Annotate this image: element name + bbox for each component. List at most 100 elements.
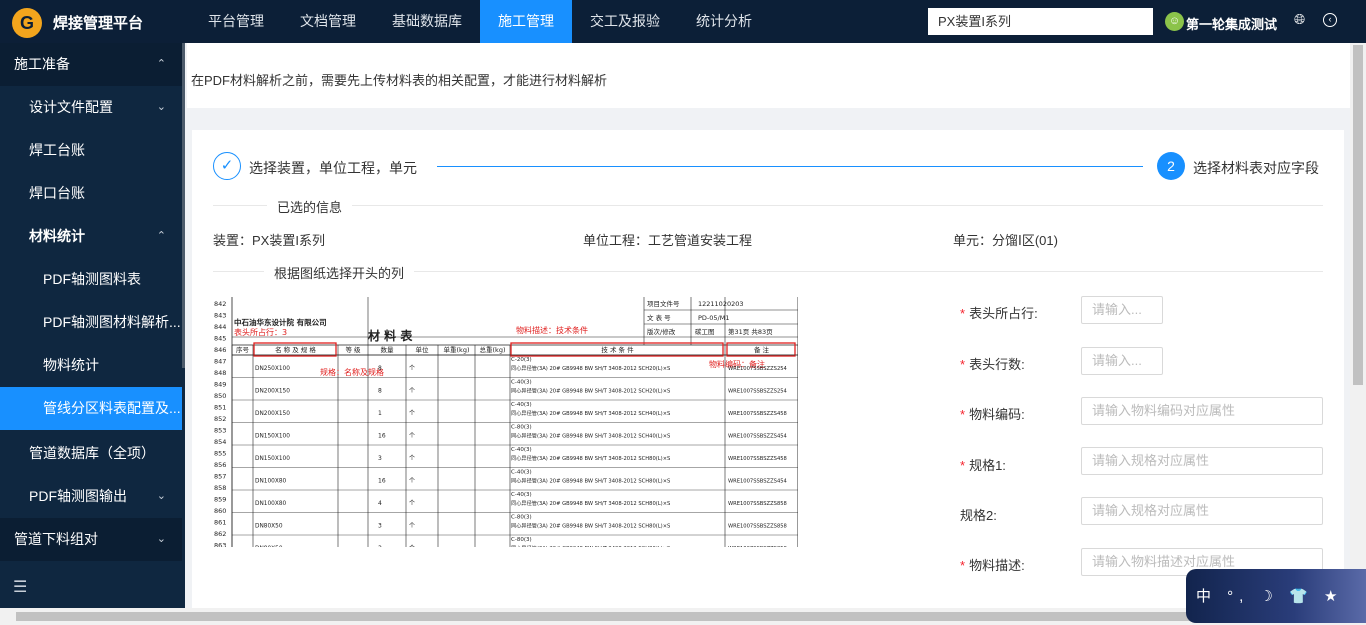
drawing-cell-code: WRE1007SSBSZZS458 — [728, 411, 787, 417]
topnav-item-base-db[interactable]: 基础数据库 — [374, 0, 480, 43]
drawing-cell-tech-code: C-20(3) — [511, 357, 532, 363]
spec-2-input[interactable]: 请输入规格对应属性 — [1081, 497, 1323, 525]
header-rows-occupied-input[interactable]: 请输入... — [1081, 296, 1163, 324]
drawing-header-mid: 碳工图 — [695, 327, 715, 336]
drawing-line-number: 862 — [214, 530, 226, 538]
annotation-spec: 规格：名称及规格 — [320, 367, 384, 377]
scrollbar-thumb[interactable] — [1353, 45, 1363, 385]
sidebar-item-label: 材料统计 — [29, 228, 85, 244]
drawing-cell-tech-code: C-80(3) — [511, 515, 532, 521]
drawing-column-head: 单重(kg) — [444, 345, 470, 354]
drawing-column-head: 技 术 条 件 — [601, 345, 634, 354]
chevron-down-icon: ⌄ — [156, 101, 166, 113]
drawing-svg: 8428438448458468478488498508518528538548… — [214, 297, 798, 548]
drawing-cell-unit: 个 — [409, 455, 415, 462]
drawing-cell-qty: 16 — [378, 433, 386, 440]
drawing-cell-unit: 个 — [409, 545, 415, 547]
vertical-scrollbar[interactable] — [1350, 43, 1366, 608]
form-label-text: 表头行数: — [969, 357, 1025, 372]
header-row-count-input[interactable]: 请输入... — [1081, 347, 1163, 375]
drawing-line-number: 860 — [214, 507, 226, 515]
drawing-cell-tech-desc: 同心异径管(3A) 20# GB9948 BW SH/T 3408-2012 S… — [511, 499, 670, 507]
required-mark: * — [960, 458, 966, 473]
drawing-line-number: 853 — [214, 427, 226, 435]
drawing-cell-tech-code: C-40(3) — [511, 380, 532, 386]
drawing-cell-code: WRE1007SSBSZZS858 — [728, 501, 787, 507]
language-globe-icon[interactable]: 🌐︎ — [1294, 11, 1305, 28]
username[interactable]: 第一轮集成测试 — [1186, 14, 1277, 33]
sidebar-item-weld-ledger[interactable]: 焊口台账 — [0, 172, 182, 215]
drawing-cell-spec: DN100X80 — [255, 479, 287, 485]
sidebar-item-label: 焊口台账 — [29, 185, 85, 201]
drawing-column-head: 序号 — [236, 345, 250, 354]
scrollbar-thumb[interactable] — [16, 612, 1346, 621]
sidebar-item-pipe-database[interactable]: 管道数据库（全项） — [0, 432, 182, 475]
drawing-cell-unit: 个 — [409, 410, 415, 417]
check-icon: ✓ — [213, 152, 241, 180]
menu-collapse-icon[interactable]: ☰ — [13, 577, 27, 597]
material-table-drawing: 842 843 844 845 846 847 848 849 850 851 852 853 854 8… — [213, 297, 798, 547]
sidebar-item-label: 物料统计 — [43, 357, 99, 373]
project-search-input[interactable]: PX装置I系列 — [928, 8, 1153, 35]
drawing-cell-spec: DN150X100 — [255, 456, 290, 462]
drawing-cell-tech-code: C-40(3) — [511, 402, 532, 408]
section-title-columns: 根据图纸选择开头的列 — [264, 263, 415, 282]
sidebar-item-material-stats-list[interactable]: 物料统计 — [0, 344, 182, 387]
topnav-item-handover[interactable]: 交工及报验 — [572, 0, 678, 43]
drawing-line-number: 848 — [214, 369, 226, 377]
drawing-line-number: 856 — [214, 461, 226, 469]
chevron-up-icon: ⌃ — [156, 230, 166, 242]
drawing-cell-qty: 16 — [378, 478, 386, 485]
logout-icon[interactable]: ‹ — [1323, 13, 1337, 27]
sidebar-item-welder-ledger[interactable]: 焊工台账 — [0, 129, 182, 172]
drawing-line-number: 847 — [214, 358, 226, 366]
user-avatar-icon[interactable]: ☺ — [1165, 12, 1184, 31]
drawing-cell-qty: 8 — [378, 365, 382, 372]
drawing-cell-spec: DN150X100 — [255, 434, 290, 440]
chevron-up-icon: ⌃ — [156, 58, 166, 70]
drawing-cell-code: WRE1007SSBSZZS858 — [728, 546, 787, 547]
drawing-cell-tech-desc: 同心异径管(3A) 20# GB9948 BW SH/T 3408-2012 S… — [511, 477, 670, 485]
sidebar-item-label: PDF轴测图料表 — [43, 271, 141, 287]
drawing-cell-unit: 个 — [409, 365, 415, 372]
form-label-text: 物料描述: — [969, 558, 1025, 573]
topnav-item-construction[interactable]: 施工管理 — [480, 0, 572, 43]
drawing-column-head: 总重(kg) — [480, 345, 506, 354]
sidebar-item-label: 管道数据库（全项） — [29, 445, 155, 461]
drawing-cell-code: WRE1007SSBSZZS458 — [728, 456, 787, 462]
topnav-item-statistics[interactable]: 统计分析 — [678, 0, 770, 43]
drawing-cell-tech-desc: 同心异径管(3A) 20# GB9948 BW SH/T 3408-2012 S… — [511, 364, 670, 372]
top-nav: 平台管理 文档管理 基础数据库 施工管理 交工及报验 统计分析 — [190, 0, 770, 43]
drawing-cell-tech-desc: 同心异径管(3A) 20# GB9948 BW SH/T 3408-2012 S… — [511, 387, 670, 395]
horizontal-scrollbar[interactable] — [0, 608, 1366, 625]
top-bar: G 焊接管理平台 平台管理 文档管理 基础数据库 施工管理 交工及报验 统计分析… — [0, 0, 1366, 43]
drawing-cell-unit: 个 — [409, 433, 415, 440]
app-logo-icon[interactable]: G — [12, 8, 42, 38]
drawing-cell-tech-code: C-80(3) — [511, 425, 532, 431]
drawing-cell-tech-code: C-40(3) — [511, 492, 532, 498]
drawing-line-number: 863 — [214, 542, 226, 548]
drawing-header-key: 项目文件号 — [647, 299, 680, 308]
sidebar-item-pdf-iso-table[interactable]: PDF轴测图料表 — [0, 258, 182, 301]
sidebar-item-pipe-cutting[interactable]: 管道下料组对 ⌄ — [0, 518, 182, 561]
sidebar-item-label: 管道下料组对 — [14, 531, 98, 547]
sidebar-item-zone-table-config[interactable]: 管线分区料表配置及... — [0, 387, 182, 430]
drawing-cell-spec: DN200X150 — [255, 389, 290, 395]
topnav-item-documents[interactable]: 文档管理 — [282, 0, 374, 43]
sidebar-item-material-stats[interactable]: 材料统计 ⌃ — [0, 215, 182, 258]
required-mark: * — [960, 306, 966, 321]
sidebar-item-pdf-iso-parse[interactable]: PDF轴测图材料解析... — [0, 301, 182, 344]
form-label-header-rows-occupied: * 表头所占行: — [960, 303, 1038, 322]
drawing-cell-qty: 4 — [378, 500, 382, 507]
ime-toolbar[interactable]: 中 °, ☽ 👕 ★ — [1186, 569, 1366, 623]
sidebar-item-pdf-iso-output[interactable]: PDF轴测图输出 ⌄ — [0, 475, 182, 518]
sidebar-item-label: 设计文件配置 — [29, 99, 113, 115]
sidebar-item-construction-prep[interactable]: 施工准备 ⌃ — [0, 43, 182, 86]
drawing-cell-tech-desc: 同心异径管(3A) 20# GB9948 BW SH/T 3408-2012 S… — [511, 454, 670, 462]
sidebar-scrollbar[interactable] — [182, 43, 185, 368]
sidebar-item-design-config[interactable]: 设计文件配置 ⌄ — [0, 86, 182, 129]
spec-1-input[interactable]: 请输入规格对应属性 — [1081, 447, 1323, 475]
annotation-material-desc: 物料描述：技术条件 — [516, 325, 588, 335]
topnav-item-platform[interactable]: 平台管理 — [190, 0, 282, 43]
material-code-input[interactable]: 请输入物料编码对应属性 — [1081, 397, 1323, 425]
